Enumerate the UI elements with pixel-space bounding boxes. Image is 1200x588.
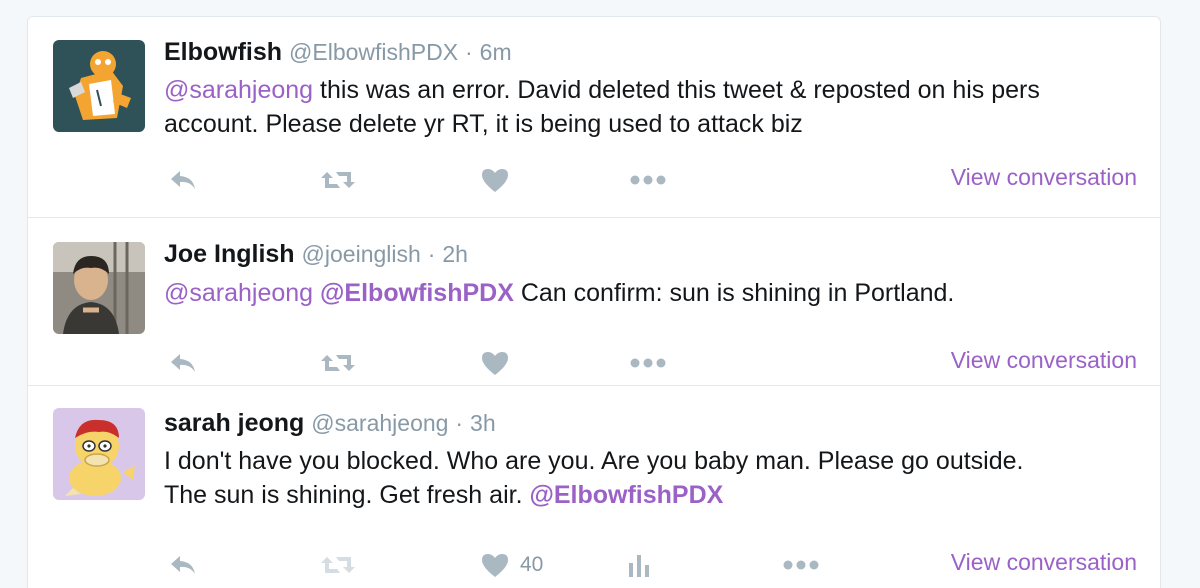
reply-icon	[168, 351, 198, 375]
username[interactable]: @ElbowfishPDX	[289, 39, 458, 65]
username[interactable]: @sarahjeong	[311, 410, 448, 436]
tweet-text-line: account. Please delete yr RT, it is bein…	[164, 110, 803, 138]
tweet-header: Elbowfish @ElbowfishPDX · 6m	[164, 37, 512, 67]
heart-icon	[480, 350, 510, 376]
avatar[interactable]	[53, 408, 145, 500]
like-button[interactable]	[480, 346, 510, 380]
mention-link[interactable]: @sarahjeong	[164, 76, 313, 104]
tweet-text-line: Can confirm: sun is shining in Portland.	[513, 279, 955, 307]
tweet-header: Joe Inglish @joeinglish · 2h	[164, 239, 468, 269]
view-conversation-link[interactable]: View conversation	[951, 346, 1137, 374]
more-button[interactable]	[629, 346, 669, 380]
tweet-text: @sarahjeong this was an error. David del…	[164, 73, 1154, 141]
tweet-text: I don't have you blocked. Who are you. A…	[164, 444, 1154, 512]
mention-link[interactable]: @ElbowfishPDX	[529, 481, 723, 509]
tweet[interactable]: sarah jeong @sarahjeong · 3h I don't hav…	[28, 386, 1160, 588]
retweet-icon	[320, 351, 356, 375]
retweet-button[interactable]	[320, 548, 356, 582]
heart-icon	[480, 167, 510, 193]
tweet[interactable]: Joe Inglish @joeinglish · 2h @sarahjeong…	[28, 218, 1160, 386]
view-conversation-link[interactable]: View conversation	[951, 548, 1137, 576]
retweet-icon	[320, 553, 356, 577]
reply-button[interactable]	[168, 548, 198, 582]
timestamp[interactable]: 3h	[470, 410, 496, 436]
retweet-button[interactable]	[320, 346, 356, 380]
timeline: Elbowfish @ElbowfishPDX · 6m @sarahjeong…	[27, 16, 1161, 588]
more-button[interactable]	[782, 548, 822, 582]
separator: ·	[455, 410, 464, 436]
tweet[interactable]: Elbowfish @ElbowfishPDX · 6m @sarahjeong…	[28, 17, 1160, 218]
like-count: 40	[520, 553, 544, 576]
analytics-button[interactable]	[626, 548, 652, 582]
display-name[interactable]: Joe Inglish	[164, 240, 295, 268]
timestamp[interactable]: 6m	[480, 39, 512, 65]
more-icon	[782, 559, 822, 571]
separator: ·	[427, 241, 436, 267]
like-button[interactable]: 40	[480, 548, 543, 582]
tweet-actions: 40 View conversation	[164, 548, 1160, 582]
tweet-text-line: I don't have you blocked. Who are you. A…	[164, 447, 1024, 475]
analytics-icon	[626, 551, 652, 579]
tweet-actions: View conversation	[164, 163, 1160, 197]
tweet-text: @sarahjeong @ElbowfishPDX Can confirm: s…	[164, 276, 1154, 310]
reply-icon	[168, 553, 198, 577]
retweet-button[interactable]	[320, 163, 356, 197]
mention-link[interactable]: @ElbowfishPDX	[320, 279, 514, 307]
more-icon	[629, 357, 669, 369]
tweet-text-line: this was an error. David deleted this tw…	[313, 76, 1040, 104]
reply-button[interactable]	[168, 346, 198, 380]
view-conversation-link[interactable]: View conversation	[951, 163, 1137, 191]
display-name[interactable]: sarah jeong	[164, 409, 304, 437]
more-button[interactable]	[629, 163, 669, 197]
username[interactable]: @joeinglish	[302, 241, 421, 267]
display-name[interactable]: Elbowfish	[164, 38, 282, 66]
retweet-icon	[320, 168, 356, 192]
avatar[interactable]	[53, 242, 145, 334]
heart-icon	[480, 552, 510, 578]
mention-link[interactable]: @sarahjeong	[164, 279, 313, 307]
avatar[interactable]	[53, 40, 145, 132]
reply-icon	[168, 168, 198, 192]
separator: ·	[465, 39, 473, 65]
tweet-text-line: The sun is shining. Get fresh air.	[164, 481, 530, 509]
reply-button[interactable]	[168, 163, 198, 197]
tweet-actions: View conversation	[164, 346, 1160, 380]
like-button[interactable]	[480, 163, 510, 197]
timestamp[interactable]: 2h	[442, 241, 468, 267]
tweet-header: sarah jeong @sarahjeong · 3h	[164, 408, 496, 438]
more-icon	[629, 174, 669, 186]
